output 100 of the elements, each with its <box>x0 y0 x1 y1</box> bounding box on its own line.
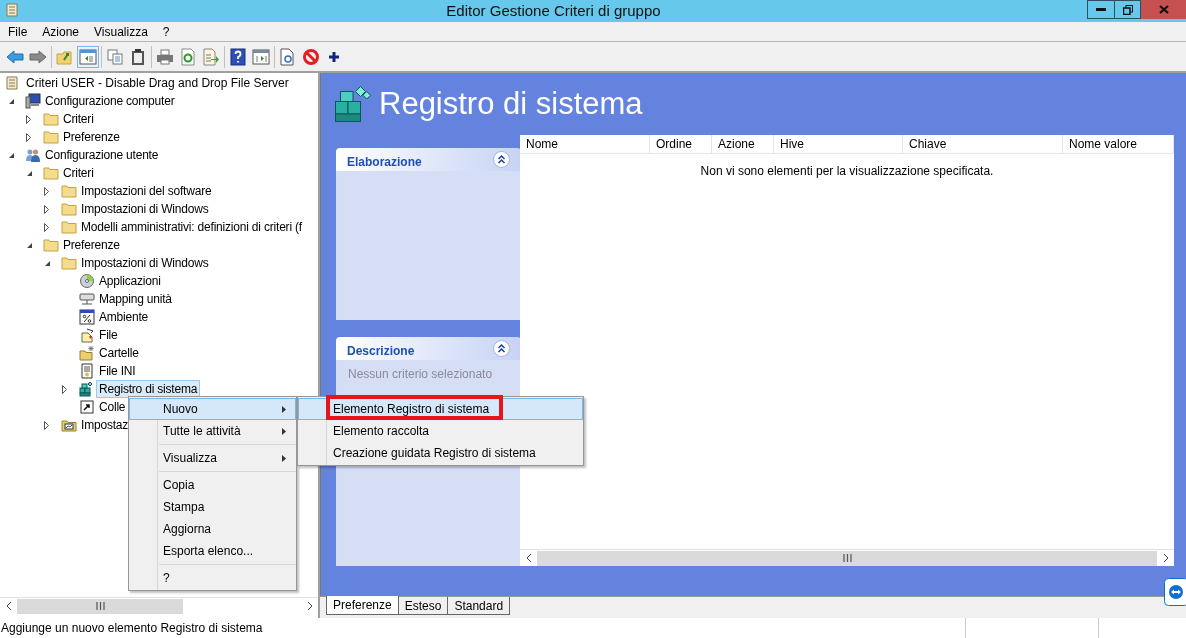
refresh-icon <box>179 47 197 66</box>
view-tab[interactable]: Standard <box>447 597 511 615</box>
menu-item[interactable]: Nuovo <box>129 398 296 420</box>
scrollbar-grip-icon <box>842 554 852 562</box>
tree-item[interactable]: Impostaz <box>78 416 132 434</box>
status-text: Aggiunge un nuovo elemento Registro di sistema <box>0 620 264 637</box>
expanded-arrow-icon[interactable] <box>26 241 33 249</box>
collapsed-arrow-icon[interactable] <box>26 132 31 142</box>
panel-title: Elaborazione <box>347 153 422 171</box>
shortcut-icon <box>79 399 95 415</box>
collapsed-arrow-icon[interactable] <box>44 420 49 430</box>
expanded-arrow-icon[interactable] <box>44 259 51 267</box>
submenu-arrow-icon <box>282 427 286 435</box>
folder-icon <box>43 237 59 253</box>
column-header[interactable]: Hive <box>774 135 903 153</box>
environment-icon <box>79 309 95 325</box>
document-icon <box>279 47 297 66</box>
close-button[interactable] <box>1141 0 1186 19</box>
column-header[interactable]: Nome valore <box>1063 135 1174 153</box>
toolbar-button[interactable] <box>227 45 249 68</box>
collapse-icon[interactable] <box>493 151 510 168</box>
collapsed-arrow-icon[interactable] <box>44 204 49 214</box>
tree-item[interactable]: Impostazioni di Windows <box>78 200 212 218</box>
menu-item[interactable]: ? <box>129 567 296 589</box>
forward-arrow-icon <box>29 47 47 66</box>
scroll-icon <box>4 75 20 91</box>
window-title: Editor Gestione Criteri di gruppo <box>446 2 661 20</box>
menu-item[interactable]: Azione <box>35 22 87 41</box>
tree-item[interactable]: Configurazione utente <box>42 146 162 164</box>
tree-item[interactable]: Impostazioni di Windows <box>78 254 212 272</box>
tree-item[interactable]: Preferenze <box>60 128 123 146</box>
remote-support-icon[interactable] <box>1164 578 1186 606</box>
tree-item[interactable]: File <box>96 326 121 344</box>
tree-item[interactable]: Colle <box>96 398 129 416</box>
computer-icon <box>25 93 41 109</box>
menu-item[interactable]: Stampa <box>129 496 296 518</box>
submenu-arrow-icon <box>282 405 286 413</box>
column-header[interactable]: Ordine <box>650 135 712 153</box>
column-header[interactable]: Azione <box>712 135 774 153</box>
menu-item[interactable]: Tutte le attività <box>129 420 296 442</box>
tree-pane-icon <box>79 47 97 66</box>
file-icon <box>79 327 95 343</box>
folder-icon <box>79 345 95 361</box>
menu-item[interactable]: Copia <box>129 474 296 496</box>
back-arrow-icon <box>6 47 24 66</box>
tree-item[interactable]: Criteri USER - Disable Drag and Drop File Server <box>23 74 292 92</box>
expanded-arrow-icon[interactable] <box>8 151 15 159</box>
tree-item[interactable]: Mapping unità <box>96 290 175 308</box>
collapsed-arrow-icon[interactable] <box>44 222 49 232</box>
expanded-arrow-icon[interactable] <box>8 97 15 105</box>
restore-button[interactable] <box>1115 0 1141 19</box>
ini-file-icon <box>79 363 95 379</box>
column-header[interactable]: Nome <box>520 135 650 153</box>
minimize-icon <box>1096 8 1106 11</box>
menu-item[interactable]: ? <box>155 22 177 41</box>
submenu-arrow-icon <box>282 454 286 462</box>
menu-item[interactable]: Esporta elenco... <box>129 540 296 562</box>
folder-icon <box>61 219 77 235</box>
tree-item[interactable]: Ambiente <box>96 308 152 326</box>
menu-item[interactable]: File <box>1 22 35 41</box>
folder-icon <box>61 201 77 217</box>
minimize-button[interactable] <box>1087 0 1115 19</box>
tree-item[interactable]: Impostazioni del software <box>78 182 215 200</box>
tree-item[interactable]: Criteri <box>60 110 97 128</box>
folder-icon <box>61 183 77 199</box>
scroll-left-icon[interactable] <box>525 553 532 563</box>
view-tab[interactable]: Preferenze <box>326 596 399 615</box>
disc-icon <box>79 273 95 289</box>
column-header[interactable]: Chiave <box>903 135 1063 153</box>
menu-item[interactable]: Elemento raccolta <box>298 420 583 442</box>
tree-item[interactable]: File INI <box>96 362 139 380</box>
tree-item[interactable]: Applicazioni <box>96 272 164 290</box>
menu-item[interactable]: Creazione guidata Registro di sistema <box>298 442 583 464</box>
scrollbar-grip-icon <box>95 602 105 610</box>
collapsed-arrow-icon[interactable] <box>44 186 49 196</box>
collapsed-arrow-icon[interactable] <box>62 384 67 394</box>
menu-item[interactable]: Visualizza <box>129 447 296 469</box>
scroll-right-icon[interactable] <box>306 601 313 611</box>
export-list-icon <box>202 47 220 66</box>
tree-item[interactable]: Criteri <box>60 164 97 182</box>
tree-item[interactable]: Preferenze <box>60 236 123 254</box>
scroll-right-icon[interactable] <box>1162 553 1169 563</box>
menu-item[interactable]: Aggiorna <box>129 518 296 540</box>
action-pane-icon <box>252 47 270 66</box>
registry-cubes-icon <box>333 84 373 124</box>
expanded-arrow-icon[interactable] <box>26 169 33 177</box>
clipboard-icon <box>129 47 147 66</box>
menu-item[interactable]: Visualizza <box>87 22 155 41</box>
tree-item[interactable]: Configurazione computer <box>42 92 178 110</box>
tree-item[interactable]: Modelli amministrativi: definizioni di criteri (f <box>78 218 305 236</box>
scroll-icon <box>4 2 20 18</box>
restore-icon <box>1122 4 1133 15</box>
collapse-icon[interactable] <box>493 340 510 357</box>
scroll-left-icon[interactable] <box>5 601 12 611</box>
tree-item[interactable]: Cartelle <box>96 344 142 362</box>
printer-icon <box>156 47 174 66</box>
folder-icon <box>43 129 59 145</box>
collapsed-arrow-icon[interactable] <box>26 114 31 124</box>
close-icon <box>1158 5 1169 14</box>
tree-item[interactable]: Registro di sistema <box>96 380 201 398</box>
